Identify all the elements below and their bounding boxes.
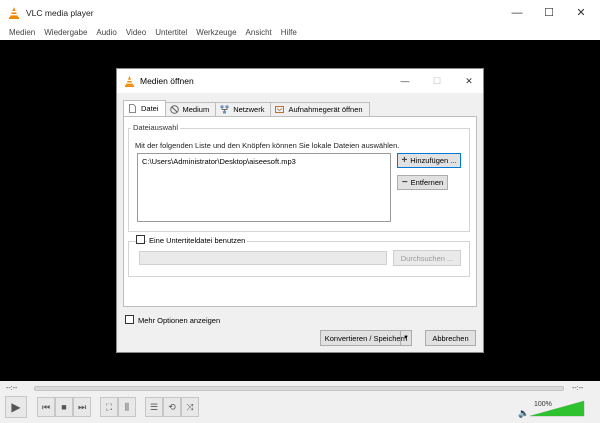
tab-netzwerk-label: Netzwerk [233, 105, 265, 114]
file-list[interactable]: C:\Users\Administrator\Desktop\aiseesoft… [137, 153, 391, 222]
vlc-cone-icon [124, 75, 135, 87]
playlist-icon: ☰ [149, 401, 159, 412]
tab-aufnahmegeraet[interactable]: Aufnahmegerät öffnen [270, 102, 370, 116]
remove-file-button-label: Entfernen [410, 178, 444, 187]
shuffle-icon: ⤨ [186, 401, 194, 412]
dialog-tabs: Datei Medium Netzwerk Aufnahmegerät öffn… [123, 100, 370, 116]
minimize-button[interactable]: — [502, 0, 532, 25]
file-selection-info: Mit der folgenden Liste und den Knöpfen … [135, 141, 400, 150]
stop-button[interactable]: ■ [55, 397, 73, 417]
add-file-button[interactable]: + Hinzufügen ... [397, 153, 461, 168]
playlist-button[interactable]: ☰ [145, 397, 163, 417]
subtitle-file-input [139, 251, 387, 265]
previous-button[interactable]: ⏮ [37, 397, 55, 417]
stop-icon: ■ [61, 402, 67, 412]
tab-medium-label: Medium [182, 105, 210, 114]
list-item[interactable]: C:\Users\Administrator\Desktop\aiseesoft… [142, 157, 386, 166]
convert-save-button-label: Konvertieren / Speichern [324, 333, 408, 343]
open-media-dialog: Medien öffnen — ☐ ✕ Datei Medium Netzwer… [116, 68, 484, 353]
menu-item-werkzeuge[interactable]: Werkzeuge [196, 28, 236, 37]
file-icon [129, 104, 136, 113]
dialog-close-button[interactable]: ✕ [457, 69, 481, 93]
menu-item-ansicht[interactable]: Ansicht [246, 28, 272, 37]
play-button[interactable]: ▶ [5, 396, 27, 418]
play-icon: ▶ [11, 400, 21, 414]
minus-icon: − [401, 177, 408, 188]
dialog-minimize-button[interactable]: — [393, 69, 417, 93]
player-controls: --:-- --:-- ▶ ⏮ ■ ⏭ ⛶ ⫼ ☰ ⟲ ⤨ 🔈 100% [0, 381, 600, 423]
plus-icon: + [401, 155, 408, 166]
add-file-button-label: Hinzufügen ... [410, 156, 457, 165]
next-icon: ⏭ [77, 401, 87, 412]
window-title: VLC media player [26, 7, 94, 18]
dialog-maximize-button: ☐ [432, 75, 442, 86]
more-options-checkbox[interactable] [125, 315, 134, 324]
network-icon [220, 105, 229, 114]
dialog-title: Medien öffnen [140, 76, 194, 86]
disc-icon [169, 105, 179, 114]
browse-subtitle-button: Durchsuchen ... [393, 250, 461, 266]
equalizer-icon: ⫼ [124, 401, 130, 412]
remove-file-button[interactable]: − Entfernen [397, 175, 448, 190]
remaining-time: --:-- [572, 385, 584, 392]
menu-item-audio[interactable]: Audio [96, 28, 116, 37]
speaker-icon[interactable]: 🔈 [518, 408, 529, 419]
more-options-label: Mehr Optionen anzeigen [138, 316, 221, 325]
extended-settings-button[interactable]: ⫼ [118, 397, 136, 417]
fullscreen-button[interactable]: ⛶ [100, 397, 118, 417]
menu-item-hilfe[interactable]: Hilfe [281, 28, 297, 37]
tab-datei-label: Datei [141, 104, 159, 113]
next-button[interactable]: ⏭ [73, 397, 91, 417]
loop-icon: ⟲ [168, 401, 176, 412]
tab-medium[interactable]: Medium [164, 102, 217, 116]
volume-slider[interactable] [530, 399, 586, 417]
close-button[interactable]: ✕ [566, 0, 596, 25]
tab-netzwerk[interactable]: Netzwerk [215, 102, 272, 116]
capture-device-icon [275, 106, 285, 113]
elapsed-time: --:-- [6, 385, 18, 392]
menu-bar: Medien Wiedergabe Audio Video Untertitel… [0, 25, 600, 40]
vlc-cone-icon [9, 6, 19, 19]
tab-datei[interactable]: Datei [123, 100, 166, 116]
subtitle-checkbox[interactable] [136, 235, 145, 244]
loop-button[interactable]: ⟲ [163, 397, 181, 417]
maximize-button[interactable]: ☐ [534, 0, 564, 25]
subtitle-checkbox-label: Eine Untertiteldatei benutzen [147, 236, 248, 245]
fullscreen-icon: ⛶ [105, 401, 113, 412]
menu-item-video[interactable]: Video [126, 28, 146, 37]
cancel-button[interactable]: Abbrechen [425, 330, 476, 346]
shuffle-button[interactable]: ⤨ [181, 397, 199, 417]
menu-item-medien[interactable]: Medien [9, 28, 35, 37]
menu-item-wiedergabe[interactable]: Wiedergabe [44, 28, 87, 37]
seek-bar[interactable] [34, 386, 564, 391]
tab-aufnahmegeraet-label: Aufnahmegerät öffnen [288, 105, 363, 114]
convert-save-button[interactable]: Konvertieren / Speichern ▼ [320, 330, 412, 346]
file-selection-label: Dateiauswahl [131, 123, 181, 132]
dropdown-arrow-icon[interactable]: ▼ [400, 331, 411, 345]
menu-item-untertitel[interactable]: Untertitel [155, 28, 187, 37]
previous-icon: ⏮ [41, 401, 51, 412]
